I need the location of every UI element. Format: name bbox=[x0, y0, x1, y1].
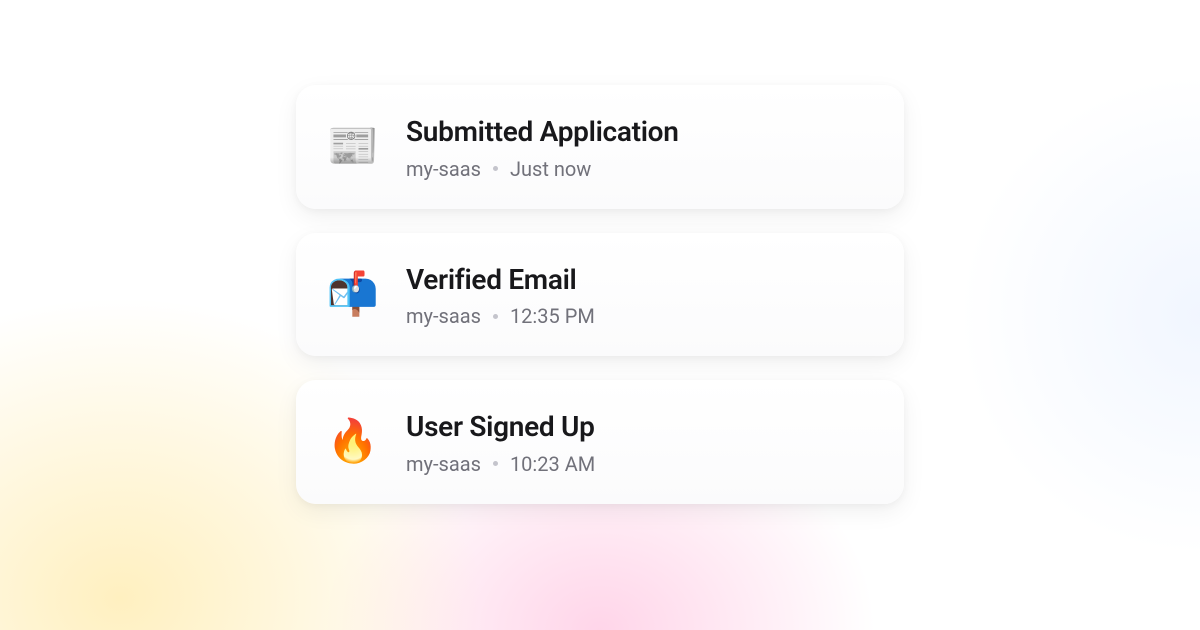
event-title: Submitted Application bbox=[406, 115, 679, 149]
event-feed: 📰 Submitted Application my-saas Just now… bbox=[296, 85, 904, 504]
separator-dot bbox=[493, 166, 498, 171]
event-project: my-saas bbox=[406, 159, 481, 179]
event-time: Just now bbox=[510, 159, 591, 179]
mailbox-icon: 📬 bbox=[328, 269, 378, 319]
event-body: Submitted Application my-saas Just now bbox=[406, 115, 679, 179]
event-project: my-saas bbox=[406, 454, 481, 474]
event-title: Verified Email bbox=[406, 263, 595, 297]
fire-icon: 🔥 bbox=[328, 417, 378, 467]
event-meta: my-saas 12:35 PM bbox=[406, 306, 595, 326]
event-meta: my-saas 10:23 AM bbox=[406, 454, 595, 474]
event-card[interactable]: 📬 Verified Email my-saas 12:35 PM bbox=[296, 233, 904, 357]
event-body: Verified Email my-saas 12:35 PM bbox=[406, 263, 595, 327]
event-card[interactable]: 📰 Submitted Application my-saas Just now bbox=[296, 85, 904, 209]
newspaper-icon: 📰 bbox=[328, 122, 378, 172]
event-time: 12:35 PM bbox=[510, 306, 595, 326]
event-meta: my-saas Just now bbox=[406, 159, 679, 179]
event-body: User Signed Up my-saas 10:23 AM bbox=[406, 410, 595, 474]
event-project: my-saas bbox=[406, 306, 481, 326]
separator-dot bbox=[493, 314, 498, 319]
event-card[interactable]: 🔥 User Signed Up my-saas 10:23 AM bbox=[296, 380, 904, 504]
event-title: User Signed Up bbox=[406, 410, 595, 444]
event-time: 10:23 AM bbox=[510, 454, 595, 474]
separator-dot bbox=[493, 461, 498, 466]
